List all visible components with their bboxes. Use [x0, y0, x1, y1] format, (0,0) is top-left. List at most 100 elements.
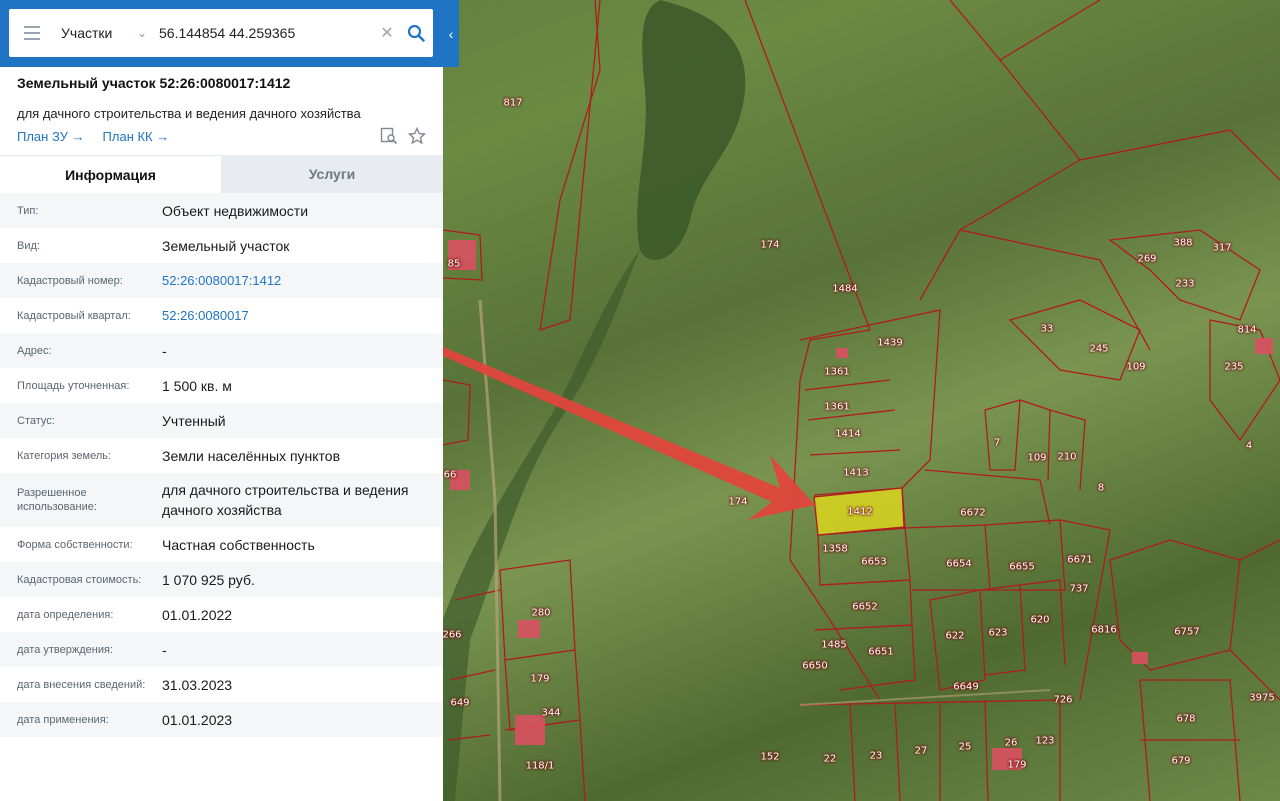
parcel-label: 33 — [1040, 323, 1054, 335]
parcel-label: 6672 — [960, 507, 986, 519]
row-label: Кадастровый номер: — [17, 274, 123, 287]
parcel-label: 22 — [823, 753, 837, 765]
table-row: Форма собственности: Частная собственност… — [0, 527, 443, 562]
parcel-label: 109 — [1126, 361, 1146, 373]
plan-zu-link[interactable]: План ЗУ → — [17, 129, 85, 144]
parcel-label: 245 — [1089, 343, 1109, 355]
layer-select[interactable]: Участки ⌄ — [55, 25, 157, 41]
parcel-label: 6653 — [861, 556, 887, 568]
parcel-label: 109 — [1027, 452, 1047, 464]
parcel-label: 269 — [1137, 253, 1157, 265]
parcel-label: 66 — [443, 469, 457, 481]
info-panel: Земельный участок 52:26:0080017:1412 для… — [0, 67, 443, 801]
row-value: Земли населённых пунктов — [162, 447, 341, 464]
parcel-label: 1361 — [824, 401, 850, 413]
parcel-label: 179 — [1007, 759, 1027, 771]
parcel-label: 118/1 — [525, 760, 555, 772]
info-table: Тип: Объект недвижимости Вид: Земельный уч… — [0, 193, 443, 737]
parcel-label: 620 — [1030, 614, 1050, 626]
row-value: - — [162, 641, 167, 658]
row-label: Кадастровая стоимость: — [17, 573, 142, 586]
table-row: дата определения: 01.01.2022 — [0, 597, 443, 632]
row-label: Тип: — [17, 204, 39, 217]
parcel-label: 1413 — [843, 467, 869, 479]
parcel-label: 6757 — [1174, 626, 1200, 638]
parcel-label: 6650 — [802, 660, 828, 672]
parcel-purpose: для дачного строительства и ведения дачн… — [17, 106, 361, 121]
parcel-label: 7 — [993, 437, 1001, 449]
plan-kk-link[interactable]: План КК → — [103, 129, 170, 144]
panel-tabs: Информация Услуги — [0, 155, 443, 193]
clear-icon[interactable]: ✕ — [375, 23, 399, 43]
parcel-label: 817 — [503, 97, 523, 109]
parcel-label: 649 — [450, 697, 470, 709]
parcel-label: 678 — [1176, 713, 1196, 725]
parcel-label: 623 — [988, 627, 1008, 639]
table-row: Категория земель: Земли населённых пункто… — [0, 438, 443, 473]
table-row: Площадь уточненная: 1 500 кв. м — [0, 368, 443, 403]
top-bar: Участки ⌄ 56.144854 44.259365 ✕ ‹ — [0, 0, 459, 67]
parcel-label: 23 — [869, 750, 883, 762]
row-value: 1 070 925 руб. — [162, 571, 255, 588]
row-label: Форма собственности: — [17, 538, 133, 551]
row-value: 31.03.2023 — [162, 676, 233, 693]
parcel-label: 26 — [1004, 737, 1018, 749]
table-row: дата применения: 01.01.2023 — [0, 702, 443, 737]
parcel-label: 233 — [1175, 278, 1195, 290]
parcel-label: 737 — [1069, 583, 1089, 595]
table-row: Вид: Земельный участок — [0, 228, 443, 263]
tab-services[interactable]: Услуги — [221, 155, 443, 193]
row-label: дата определения: — [17, 608, 114, 621]
parcel-label: 6652 — [852, 601, 878, 613]
parcel-label: 6654 — [946, 558, 972, 570]
search-icon[interactable] — [399, 9, 433, 57]
parcel-label: 1484 — [832, 283, 858, 295]
row-label: Адрес: — [17, 344, 52, 357]
search-box: Участки ⌄ 56.144854 44.259365 ✕ — [9, 9, 433, 57]
parcel-label: 1358 — [822, 543, 848, 555]
collapse-panel-button[interactable]: ‹ — [443, 18, 459, 50]
table-row: Кадастровая стоимость: 1 070 925 руб. — [0, 562, 443, 597]
parcel-label: 726 — [1053, 694, 1073, 706]
parcel-label: 174 — [760, 239, 780, 251]
row-label: дата применения: — [17, 713, 109, 726]
parcel-label: 266 — [442, 629, 462, 641]
parcel-label: 179 — [530, 673, 550, 685]
parcel-label: 3975 — [1249, 692, 1275, 704]
page-title: Земельный участок 52:26:0080017:1412 — [17, 75, 291, 91]
parcel-label: 6671 — [1067, 554, 1093, 566]
row-value: 1 500 кв. м — [162, 377, 232, 394]
parcel-label: 6655 — [1009, 561, 1035, 573]
cadastral-quarter-link[interactable]: 52:26:0080017 — [162, 306, 443, 326]
search-input[interactable]: 56.144854 44.259365 — [157, 25, 375, 41]
parcel-label: 25 — [958, 741, 972, 753]
table-row: дата внесения сведений: 31.03.2023 — [0, 667, 443, 702]
table-row: Кадастровый квартал: 52:26:0080017 — [0, 298, 443, 333]
parcel-label: 123 — [1035, 735, 1055, 747]
row-value: Частная собственность — [162, 536, 315, 553]
search-document-icon[interactable] — [380, 127, 398, 150]
hamburger-menu-icon[interactable] — [9, 9, 55, 57]
layer-select-value: Участки — [61, 25, 113, 41]
parcel-label: 1485 — [821, 639, 847, 651]
row-label: дата утверждения: — [17, 643, 114, 656]
cadastral-number-link[interactable]: 52:26:0080017:1412 — [162, 271, 443, 291]
parcel-label: 814 — [1237, 324, 1257, 336]
row-value: для дачного строительства и ведения дачн… — [162, 482, 409, 518]
row-value: 01.01.2022 — [162, 606, 233, 623]
star-icon[interactable] — [407, 126, 427, 150]
row-value: Земельный участок — [162, 237, 290, 254]
parcel-label: 317 — [1212, 242, 1232, 254]
parcel-label: 344 — [541, 707, 561, 719]
row-value: - — [162, 342, 167, 359]
row-label: дата внесения сведений: — [17, 678, 146, 691]
parcel-label: 174 — [728, 496, 748, 508]
table-row: Разрешенное использование: для дачного ст… — [0, 473, 443, 527]
parcel-label: 27 — [914, 745, 928, 757]
tab-info[interactable]: Информация — [0, 155, 221, 193]
parcel-label: 235 — [1224, 361, 1244, 373]
parcel-label: 1361 — [824, 366, 850, 378]
parcel-label: 152 — [760, 751, 780, 763]
parcel-label: 210 — [1057, 451, 1077, 463]
table-row: Статус: Учтенный — [0, 403, 443, 438]
